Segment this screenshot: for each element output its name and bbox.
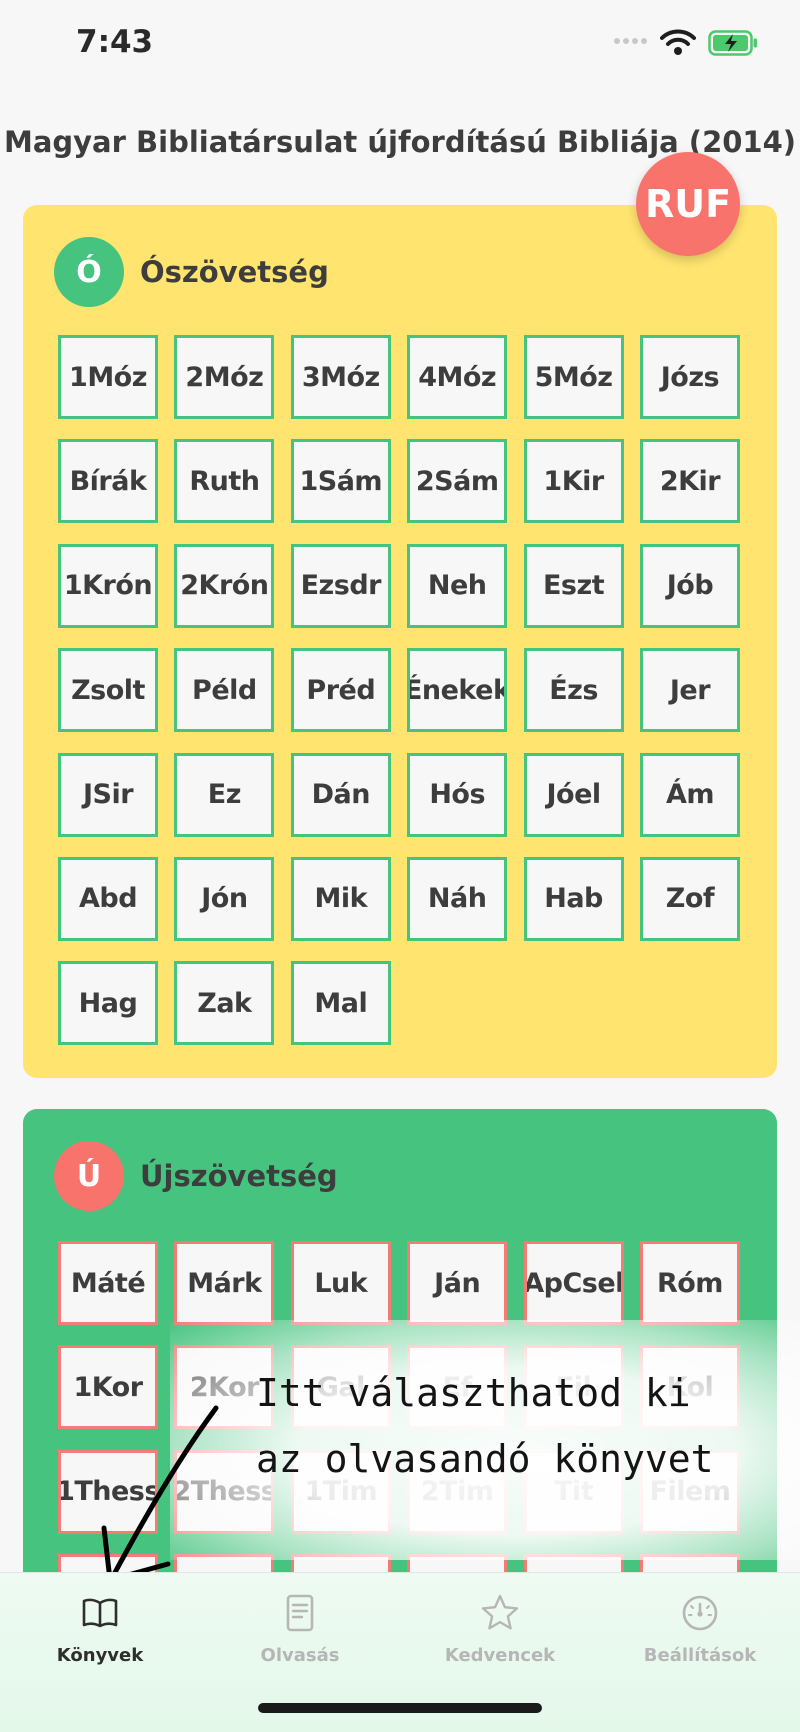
old-testament-title: Ószövetség: [140, 255, 329, 289]
book-button[interactable]: JSir: [58, 752, 158, 837]
tab-favorites-label: Kedvencek: [444, 1645, 556, 1666]
book-button[interactable]: Józs: [639, 335, 740, 419]
tutorial-hint-line-1: Itt választhatod ki: [256, 1371, 691, 1415]
book-button[interactable]: Hab: [523, 856, 624, 941]
battery-icon: [708, 30, 757, 56]
book-button[interactable]: Hós: [407, 752, 508, 837]
tutorial-hint-line-2: az olvasandó könyvet: [256, 1437, 714, 1481]
new-testament-badge: Ú: [54, 1141, 124, 1211]
book-button[interactable]: 5Móz: [523, 335, 624, 419]
book-button[interactable]: Ruth: [174, 439, 275, 524]
gauge-icon: [682, 1595, 718, 1631]
document-icon: [286, 1594, 314, 1632]
book-button[interactable]: 2Sám: [407, 439, 508, 524]
new-testament-title: Újszövetség: [140, 1159, 338, 1193]
book-button[interactable]: Luk: [290, 1241, 391, 1325]
tab-favorites[interactable]: Kedvencek: [400, 1593, 600, 1666]
book-button[interactable]: 3Móz: [290, 335, 391, 419]
book-button[interactable]: Neh: [407, 543, 508, 628]
book-button[interactable]: 1Kir: [523, 439, 624, 524]
old-testament-book-grid: 1Móz 2Móz 3Móz 4Móz 5Móz Józs Bírák Ruth 1Sám 2Sá…: [58, 335, 740, 1046]
book-button[interactable]: Bírák: [58, 439, 158, 524]
book-button[interactable]: Jer: [639, 648, 740, 733]
star-icon: [481, 1594, 519, 1630]
book-button[interactable]: Jóel: [523, 752, 624, 837]
book-button[interactable]: Márk: [174, 1241, 275, 1325]
book-button[interactable]: Jób: [639, 543, 740, 628]
tab-books-label: Könyvek: [56, 1645, 144, 1666]
book-button[interactable]: Préd: [290, 648, 391, 733]
tab-reading-label: Olvasás: [260, 1645, 340, 1666]
tab-books[interactable]: Könyvek: [0, 1593, 200, 1666]
cellular-signal-icon: [614, 38, 647, 44]
book-button[interactable]: Róm: [639, 1241, 740, 1325]
new-testament-header: Ú Újszövetség: [54, 1141, 338, 1211]
book-button[interactable]: Zak: [174, 961, 275, 1046]
book-button[interactable]: 4Móz: [407, 335, 508, 419]
book-button[interactable]: 2Kir: [639, 439, 740, 524]
book-button[interactable]: Zof: [639, 856, 740, 941]
old-testament-panel: Ó Ószövetség 1Móz 2Móz 3Móz 4Móz 5Móz Józs Bír…: [23, 205, 777, 1078]
tab-settings-label: Beállítások: [643, 1645, 757, 1666]
tab-settings[interactable]: Beállítások: [600, 1593, 800, 1666]
translation-badge[interactable]: RUF: [636, 152, 740, 256]
book-button[interactable]: Mal: [290, 961, 391, 1046]
book-button[interactable]: ApCsel: [523, 1241, 624, 1325]
book-button[interactable]: Hag: [58, 961, 158, 1046]
old-testament-badge: Ó: [54, 237, 124, 307]
book-button[interactable]: Jón: [174, 856, 275, 941]
book-button[interactable]: 2Krón: [174, 543, 275, 628]
book-button[interactable]: Ez: [174, 752, 275, 837]
status-bar: 7:43: [0, 0, 800, 90]
hint-arrow-icon: [101, 1405, 219, 1583]
book-button[interactable]: 1Móz: [58, 335, 158, 419]
book-button[interactable]: 2Móz: [174, 335, 275, 419]
book-button[interactable]: Abd: [58, 856, 158, 941]
book-button[interactable]: Mik: [290, 856, 391, 941]
book-button[interactable]: 1Krón: [58, 543, 158, 628]
book-button[interactable]: Dán: [290, 752, 391, 837]
book-button[interactable]: 1Sám: [290, 439, 391, 524]
old-testament-header: Ó Ószövetség: [54, 237, 329, 307]
book-open-icon: [82, 1598, 118, 1628]
book-button[interactable]: Ján: [407, 1241, 508, 1325]
home-indicator: [258, 1703, 542, 1713]
book-button[interactable]: Náh: [407, 856, 508, 941]
wifi-icon: [660, 29, 696, 55]
book-button[interactable]: Péld: [174, 648, 275, 733]
book-button[interactable]: Eszt: [523, 543, 624, 628]
tab-reading[interactable]: Olvasás: [200, 1593, 400, 1666]
book-button[interactable]: Ám: [639, 752, 740, 837]
book-button[interactable]: Zsolt: [58, 648, 158, 733]
screen: 7:43 Magyar Bibliatársulat újfordítású B…: [0, 0, 800, 1732]
status-time: 7:43: [76, 24, 154, 60]
book-button[interactable]: Énekek: [407, 648, 508, 733]
book-button[interactable]: Ézs: [523, 648, 624, 733]
book-button[interactable]: Ezsdr: [290, 543, 391, 628]
book-button[interactable]: Máté: [58, 1241, 158, 1325]
tutorial-hint: Itt választhatod ki az olvasandó könyvet: [256, 1360, 776, 1492]
